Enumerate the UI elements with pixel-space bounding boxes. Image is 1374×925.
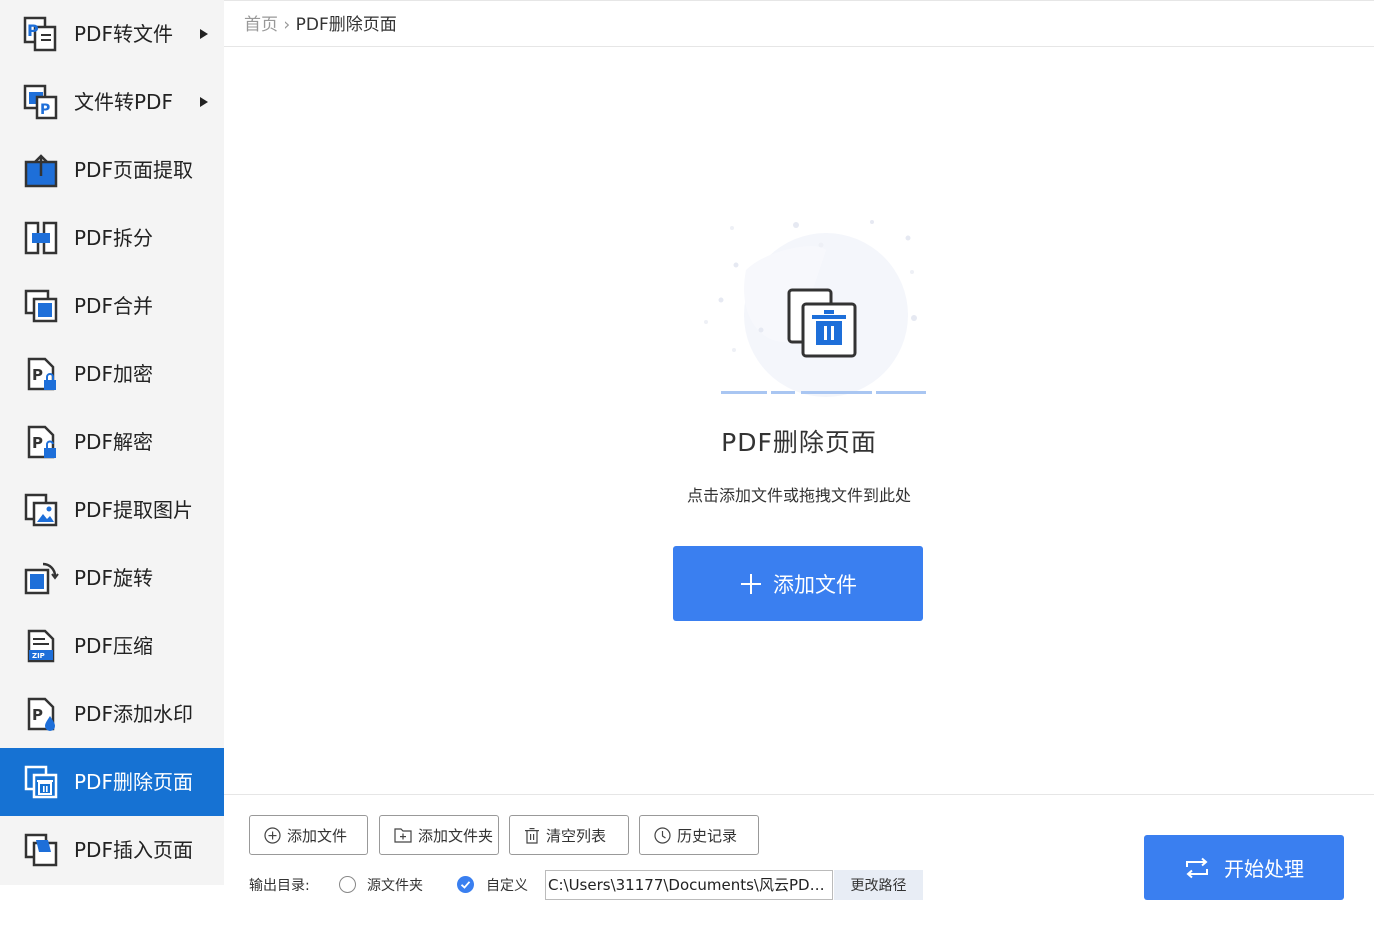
history-button[interactable]: 历史记录 xyxy=(639,815,759,855)
change-path-button[interactable]: 更改路径 xyxy=(834,870,923,900)
sidebar-item-watermark[interactable]: P PDF添加水印 xyxy=(0,680,224,748)
split-icon xyxy=(24,221,58,255)
page-extract-icon xyxy=(24,154,58,188)
sidebar-item-label: PDF转文件 xyxy=(74,22,173,46)
breadcrumb-home[interactable]: 首页 xyxy=(244,15,278,35)
image-extract-icon xyxy=(24,493,58,527)
breadcrumb-separator: › xyxy=(283,15,291,35)
add-folder-button[interactable]: 添加文件夹 xyxy=(379,815,499,855)
sidebar-item-label: PDF删除页面 xyxy=(74,770,193,794)
sidebar-item-label: 文件转PDF xyxy=(74,90,173,114)
svg-text:P: P xyxy=(32,434,43,452)
svg-text:P: P xyxy=(27,21,39,40)
sidebar-item-label: PDF压缩 xyxy=(74,634,153,658)
check-icon xyxy=(460,881,471,889)
add-file-main-button[interactable]: 添加文件 xyxy=(673,546,923,621)
sidebar-item-merge[interactable]: PDF合并 xyxy=(0,272,224,340)
svg-text:P: P xyxy=(32,366,43,384)
zip-icon: ZIP xyxy=(27,629,55,663)
clear-list-label: 清空列表 xyxy=(546,826,607,845)
add-folder-label: 添加文件夹 xyxy=(418,826,494,845)
add-folder-icon xyxy=(394,828,412,843)
sidebar-item-label: PDF添加水印 xyxy=(74,702,193,726)
add-file-button[interactable]: 添加文件 xyxy=(249,815,368,855)
lock-icon: P xyxy=(27,357,56,391)
svg-text:ZIP: ZIP xyxy=(32,652,45,660)
sidebar-item-compress[interactable]: ZIP PDF压缩 xyxy=(0,612,224,680)
radio-custom[interactable] xyxy=(457,876,474,893)
merge-icon xyxy=(24,289,58,323)
sidebar-item-label: PDF提取图片 xyxy=(74,498,193,522)
sidebar-item-image-extract[interactable]: PDF提取图片 xyxy=(0,476,224,544)
sidebar-item-label: PDF拆分 xyxy=(74,226,153,250)
submenu-arrow-icon xyxy=(200,29,208,39)
breadcrumb-divider xyxy=(224,46,1374,47)
trash-icon xyxy=(525,827,539,844)
breadcrumb: 首页 › PDF删除页面 xyxy=(244,10,397,35)
sidebar-item-label: PDF插入页面 xyxy=(74,838,193,862)
add-file-main-label: 添加文件 xyxy=(773,572,857,597)
submenu-arrow-icon xyxy=(200,97,208,107)
sidebar-item-encrypt[interactable]: P PDF加密 xyxy=(0,340,224,408)
radio-source-folder-label[interactable]: 源文件夹 xyxy=(367,875,423,895)
sidebar: P PDF转文件 P 文件转PDF PDF页面提取 PDF拆分 PDF合并 P … xyxy=(0,0,224,885)
insert-page-icon xyxy=(24,833,58,867)
start-process-button[interactable]: 开始处理 xyxy=(1144,835,1344,900)
plus-icon xyxy=(741,573,761,594)
sidebar-item-label: PDF加密 xyxy=(74,362,153,386)
sidebar-item-rotate[interactable]: PDF旋转 xyxy=(0,544,224,612)
repeat-icon xyxy=(1186,857,1208,878)
sidebar-item-insert-page[interactable]: PDF插入页面 xyxy=(0,816,224,884)
add-file-label: 添加文件 xyxy=(287,826,348,845)
sidebar-item-page-extract[interactable]: PDF页面提取 xyxy=(0,136,224,204)
watermark-icon: P xyxy=(27,697,55,731)
delete-page-icon xyxy=(24,765,58,799)
sidebar-item-file-to-pdf[interactable]: P 文件转PDF xyxy=(0,68,224,136)
clock-icon xyxy=(654,826,671,844)
delete-page-illustration-icon xyxy=(704,220,926,397)
svg-text:P: P xyxy=(40,102,50,118)
add-circle-icon xyxy=(264,826,281,844)
main-panel: 首页 › PDF删除页面 PDF删除页面 点击添加文件或拖拽文件到此处 添加文件… xyxy=(224,0,1374,925)
radio-custom-label[interactable]: 自定义 xyxy=(486,875,528,895)
unlock-icon: P xyxy=(27,425,56,459)
pdf-to-file-icon: P xyxy=(23,16,57,52)
top-divider xyxy=(224,0,1374,1)
output-path-field[interactable]: C:\Users\31177\Documents\风云PDF... xyxy=(545,870,833,900)
sidebar-item-pdf-to-file[interactable]: P PDF转文件 xyxy=(0,0,224,68)
radio-source-folder[interactable] xyxy=(339,876,356,893)
output-dir-label: 输出目录: xyxy=(249,878,310,894)
rotate-icon xyxy=(24,562,59,595)
svg-text:P: P xyxy=(32,706,43,724)
clear-list-button[interactable]: 清空列表 xyxy=(509,815,629,855)
file-to-pdf-icon: P xyxy=(23,84,58,120)
history-label: 历史记录 xyxy=(677,826,738,845)
dropzone-hint: 点击添加文件或拖拽文件到此处 xyxy=(686,486,911,505)
sidebar-item-label: PDF旋转 xyxy=(74,566,153,590)
start-process-label: 开始处理 xyxy=(1224,857,1304,881)
sidebar-item-label: PDF合并 xyxy=(74,294,153,318)
sidebar-item-label: PDF页面提取 xyxy=(74,158,193,182)
sidebar-item-delete-page[interactable]: PDF删除页面 xyxy=(0,748,224,816)
sidebar-item-split[interactable]: PDF拆分 xyxy=(0,204,224,272)
bottom-divider xyxy=(224,794,1374,795)
sidebar-item-label: PDF解密 xyxy=(74,430,153,454)
sidebar-item-decrypt[interactable]: P PDF解密 xyxy=(0,408,224,476)
breadcrumb-current: PDF删除页面 xyxy=(295,15,397,35)
dropzone-title: PDF删除页面 xyxy=(721,428,877,457)
